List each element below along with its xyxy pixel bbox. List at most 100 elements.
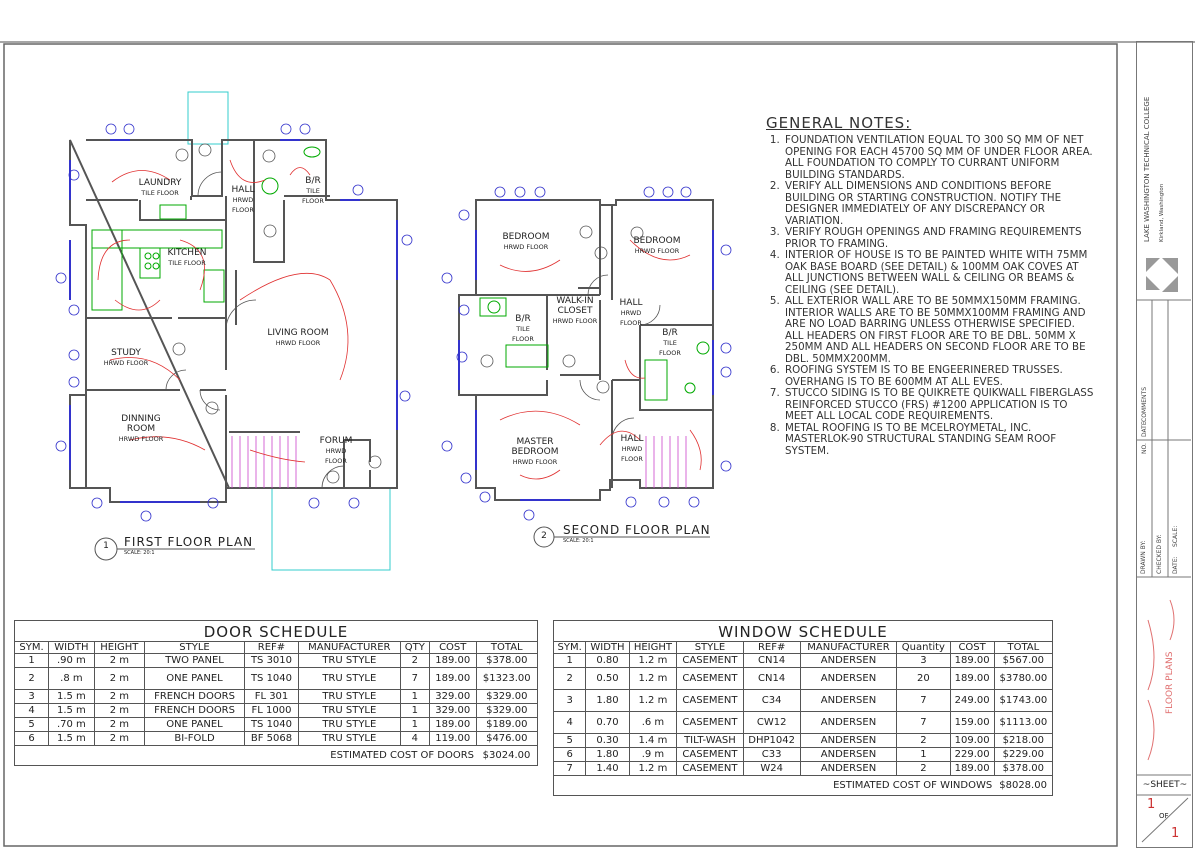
table-cell: 1.2 m [628, 653, 678, 668]
table-cell: 0.80 [585, 653, 630, 668]
table-cell: $1743.00 [993, 689, 1054, 712]
table-cell: $329.00 [475, 703, 539, 718]
room-name: B/R [305, 176, 321, 186]
table-cell: .9 m [628, 747, 678, 762]
table-cell: 2 [896, 761, 951, 776]
table-cell: $189.00 [475, 717, 539, 732]
table-cell: FRENCH DOORS [143, 703, 246, 718]
table-cell: 109.00 [949, 733, 995, 748]
title-block: LAKE WASHINGTON TECHNICAL COLLEGE Kirkla… [1136, 41, 1193, 848]
table-cell: TRU STYLE [297, 667, 401, 690]
table-cell: 0.70 [585, 711, 630, 734]
table-cell: 1.80 [585, 747, 630, 762]
table-cell: W24 [742, 761, 801, 776]
room-hall-2: HALL HRWD FLOOR [618, 298, 644, 328]
room-name: FORUM [319, 436, 353, 446]
sheet-title: FLOOR PLANS [1165, 651, 1175, 714]
table-cell: 7 [896, 711, 951, 734]
table-cell: .70 m [48, 717, 95, 732]
room-laundry: LAUNDRY TILE FLOOR [132, 178, 188, 198]
estimate-label: ESTIMATED COST OF WINDOWS [553, 775, 995, 796]
table-cell: 249.00 [949, 689, 995, 712]
table-cell: 1.5 m [48, 689, 95, 704]
table-cell: 189.00 [428, 717, 477, 732]
room-bedroom-2: BEDROOM HRWD FLOOR [630, 236, 684, 256]
table-row: 5 0.30 1.4 m TILT-WASH DHP1042 ANDERSEN 2 109.0… [552, 733, 1054, 748]
table-cell: 159.00 [949, 711, 995, 734]
column-header: STYLE [676, 641, 744, 654]
table-cell: FRENCH DOORS [143, 689, 246, 704]
room-name: B/R [515, 314, 531, 324]
table-cell: C33 [742, 747, 801, 762]
room-study: STUDY HRWD FLOOR [100, 348, 152, 368]
room-bath-1: B/R TILE FLOOR [298, 176, 328, 206]
room-name: BEDROOM [633, 236, 681, 246]
room-forum: FORUM HRWD FLOOR [314, 436, 358, 466]
room-bedroom-1: BEDROOM HRWD FLOOR [498, 232, 554, 252]
note-item: METAL ROOFING IS TO BE MCELROYMETAL, INC… [783, 422, 1096, 458]
table-cell: TRU STYLE [297, 703, 401, 718]
table-cell: 2 m [93, 667, 145, 690]
table-cell: 1.2 m [628, 761, 678, 776]
table-cell: 2 [896, 733, 951, 748]
column-header: Quantity [896, 641, 951, 654]
table-cell: FL 1000 [244, 703, 299, 718]
room-floor: HRWD FLOOR [552, 317, 598, 325]
table-cell: CASEMENT [676, 667, 744, 690]
table-row: 6 1.5 m2 m BI-FOLD BF 5068 TRU STYLE 4 119.00 $… [13, 731, 539, 746]
table-cell: ONE PANEL [143, 717, 246, 732]
table-cell: 4 [13, 703, 50, 718]
table-cell: 1 [552, 653, 587, 668]
table-cell: 0.30 [585, 733, 630, 748]
sheet-number: 1 [1147, 797, 1156, 812]
room-floor: HRWD FLOOR [512, 458, 558, 466]
column-header: QTY [399, 641, 430, 654]
sheet-of: OF [1159, 812, 1169, 820]
table-cell: 1.80 [585, 689, 630, 712]
table-cell: 1.2 m [628, 667, 678, 690]
room-name: DINNING ROOM [121, 414, 161, 434]
note-item: VERIFY ALL DIMENSIONS AND CONDITIONS BEF… [783, 180, 1096, 227]
table-row: 1 0.80 1.2 m CASEMENT CN14 ANDERSEN 3 189.00 $56… [552, 653, 1054, 668]
table-cell: CN14 [742, 667, 801, 690]
column-header: MANUFACTURER [297, 641, 401, 654]
table-cell: TRU STYLE [297, 717, 401, 732]
table-cell: $329.00 [475, 689, 539, 704]
room-dinning: DINNING ROOM HRWD FLOOR [112, 414, 170, 444]
table-cell: 1 [13, 653, 50, 668]
table-cell: CASEMENT [676, 747, 744, 762]
general-notes: GENERAL NOTES: FOUNDATION VENTILATION EQ… [766, 114, 1096, 457]
table-row: 1.90 m2 m TWO PANEL TS 3010 TRU STYLE 2 189.0… [13, 653, 539, 668]
room-name: HALL [619, 298, 643, 308]
table-cell: CN14 [742, 653, 801, 668]
table-cell: ANDERSEN [799, 689, 898, 712]
room-master-bedroom: MASTER BEDROOM HRWD FLOOR [506, 437, 564, 467]
table-cell: ANDERSEN [799, 747, 898, 762]
sheet-label: ~SHEET~ [1142, 780, 1188, 790]
drawn-by-label: DRAWN BY: [1140, 540, 1147, 574]
table-cell: 189.00 [949, 761, 995, 776]
table-cell: 6 [552, 747, 587, 762]
estimate-value: $8028.00 [994, 775, 1054, 796]
room-floor: HRWD FLOOR [503, 243, 549, 251]
school-location: Kirkland, Washington [1159, 183, 1165, 242]
table-cell: BI-FOLD [143, 731, 246, 746]
table-cell: CASEMENT [676, 689, 744, 712]
table-cell: ANDERSEN [799, 733, 898, 748]
no-column-label: NO. [1141, 443, 1148, 454]
table-cell: 3 [13, 689, 50, 704]
table-cell: 1.5 m [48, 703, 95, 718]
first-floor-plan-number: 1 [103, 541, 109, 551]
room-floor: HRWD FLOOR [620, 309, 642, 327]
first-floor-plan-scale: SCALE: 20:1 [124, 550, 155, 556]
table-cell: 7 [896, 689, 951, 712]
room-name: LAUNDRY [138, 178, 182, 188]
checked-by-label: CHECKED BY: [1156, 534, 1163, 574]
room-name: BEDROOM [502, 232, 550, 242]
table-cell: 2 [552, 667, 587, 690]
room-floor: HRWD FLOOR [232, 196, 254, 214]
room-bath-3: B/R TILE FLOOR [656, 328, 684, 358]
table-cell: 2 m [93, 653, 145, 668]
table-cell: 189.00 [949, 667, 995, 690]
column-header: HEIGHT [628, 641, 678, 654]
